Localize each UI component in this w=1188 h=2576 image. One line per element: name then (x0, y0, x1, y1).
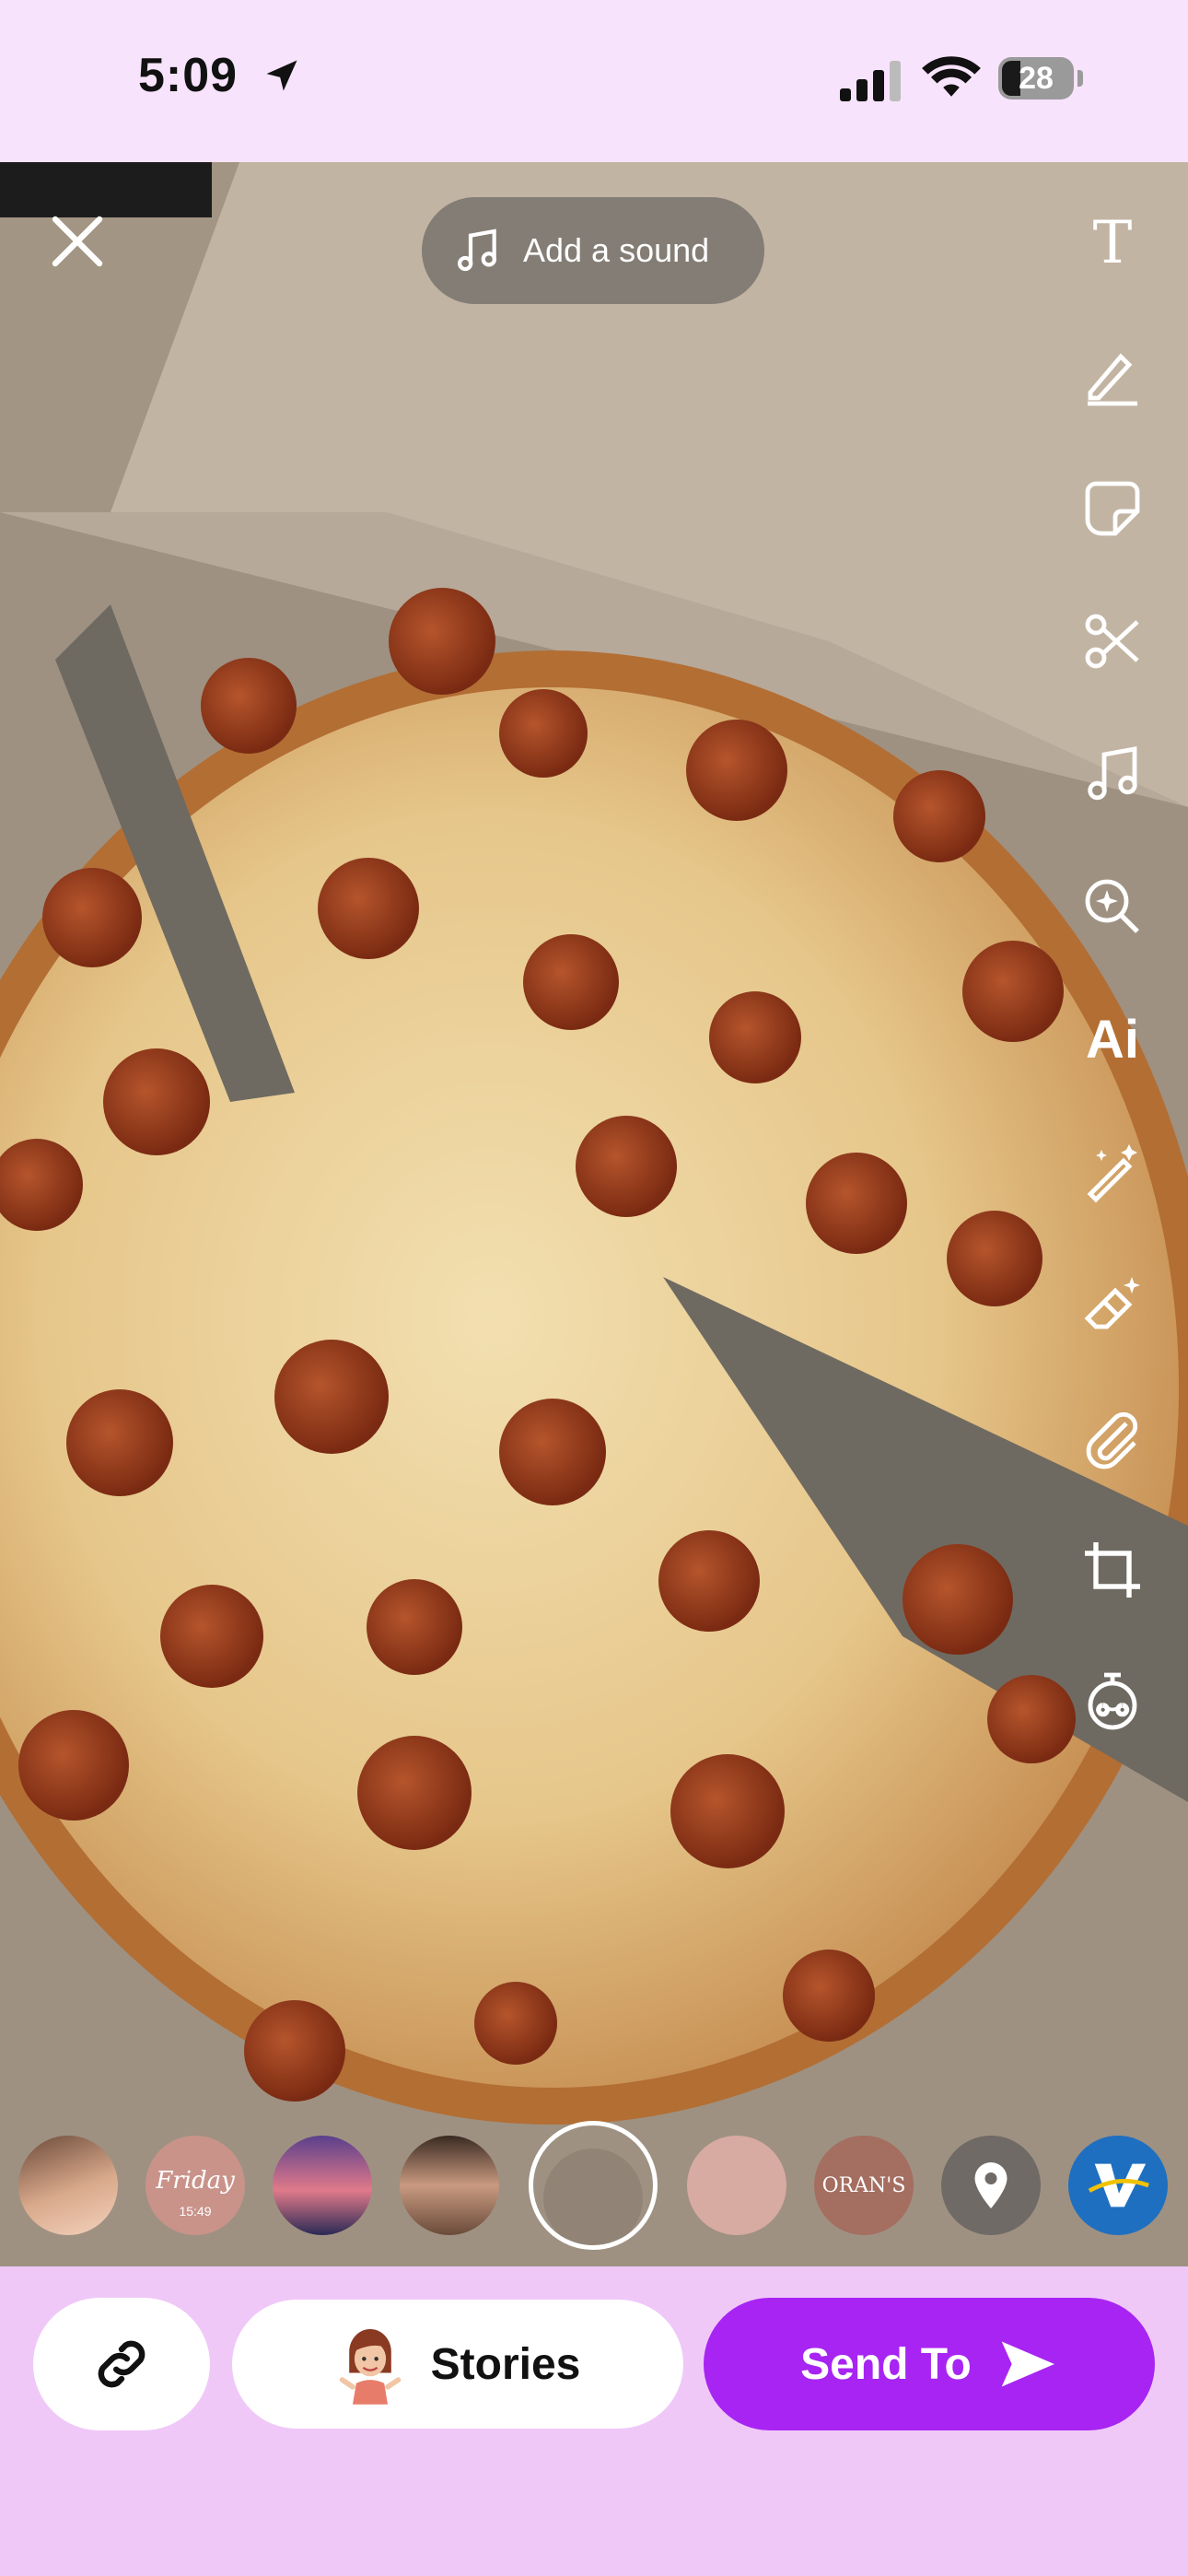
paperclip-icon (1086, 1411, 1138, 1469)
add-sound-button[interactable]: Add a sound (422, 197, 764, 304)
sticker-tool[interactable] (1074, 470, 1151, 547)
stories-button[interactable]: Stories (232, 2300, 683, 2429)
send-to-button[interactable]: Send To (704, 2298, 1155, 2430)
filter-sunset[interactable] (273, 2136, 372, 2235)
filter-portrait[interactable] (400, 2136, 499, 2235)
music-tool[interactable] (1074, 735, 1151, 813)
eraser-sparkle-icon (1084, 1277, 1140, 1329)
sticker-icon (1085, 481, 1140, 536)
snap-photo[interactable] (0, 162, 1188, 2266)
text-tool[interactable]: T (1074, 205, 1151, 282)
music-note-icon (1088, 746, 1137, 801)
add-sound-label: Add a sound (523, 231, 710, 269)
location-pin-icon (974, 2162, 1007, 2208)
magic-wand-icon (1087, 1144, 1137, 1203)
attach-link-tool[interactable] (1074, 1399, 1151, 1476)
ai-tool[interactable]: Ai (1074, 1001, 1151, 1078)
pizza-photo (0, 162, 1188, 2266)
stories-label: Stories (430, 2339, 581, 2389)
filter-location[interactable] (941, 2136, 1041, 2235)
filter-friday-time: 15:49 (179, 2204, 212, 2219)
draw-tool[interactable] (1074, 337, 1151, 415)
ai-icon: Ai (1086, 1009, 1139, 1070)
venmo-v-icon (1088, 2163, 1149, 2207)
send-to-label: Send To (800, 2339, 972, 2389)
send-arrow-icon (1001, 2341, 1054, 2387)
filter-venmo[interactable] (1068, 2136, 1168, 2235)
magic-wand-tool[interactable] (1074, 1133, 1151, 1211)
battery-icon: 28 (998, 57, 1085, 101)
status-bar: 5:09 28 (0, 0, 1188, 162)
pencil-icon (1088, 353, 1137, 406)
close-icon[interactable] (48, 212, 107, 271)
capture-selector-ring (529, 2121, 658, 2250)
wifi-icon (922, 56, 981, 97)
crop-tool[interactable] (1074, 1531, 1151, 1609)
cellular-signal-icon (840, 61, 901, 101)
filter-friday-caption: Friday (156, 2167, 235, 2195)
timer-icon (1088, 1672, 1137, 1730)
timer-tool[interactable] (1074, 1664, 1151, 1741)
text-icon: T (1092, 209, 1133, 277)
filter-pink[interactable] (687, 2136, 786, 2235)
sparkle-search-icon (1085, 879, 1139, 933)
filter-friday[interactable]: Friday 15:49 (146, 2136, 245, 2235)
filter-orans[interactable]: ORAN'S (814, 2136, 914, 2235)
scissors-tool[interactable] (1074, 603, 1151, 680)
magic-eraser-tool[interactable] (1074, 1266, 1151, 1343)
link-icon (98, 2340, 146, 2388)
filter-face-thumbnail[interactable] (18, 2136, 118, 2235)
location-arrow-icon (266, 60, 297, 91)
bitmoji-avatar (339, 2329, 401, 2405)
lens-search-tool[interactable] (1074, 868, 1151, 945)
music-note-icon (458, 228, 496, 272)
link-button[interactable] (33, 2298, 210, 2430)
battery-level: 28 (1019, 60, 1054, 96)
crop-icon (1085, 1542, 1140, 1598)
filter-orans-caption: ORAN'S (821, 2174, 906, 2197)
status-time: 5:09 (138, 49, 239, 102)
scissors-icon (1085, 614, 1139, 669)
